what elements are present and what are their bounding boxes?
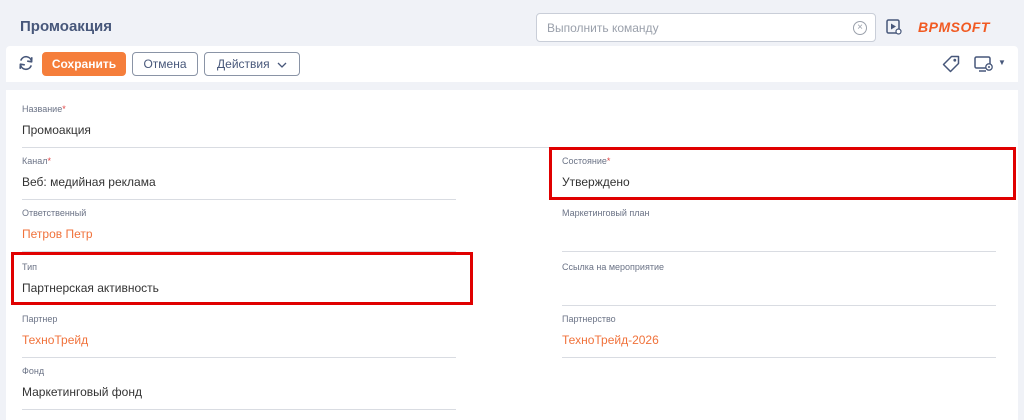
field-state-value: Утверждено xyxy=(562,175,630,189)
field-owner-label: Ответственный xyxy=(22,208,87,218)
field-partner-label: Партнер xyxy=(22,314,58,324)
field-state-label-text: Состояние xyxy=(562,156,607,166)
field-type-label: Тип xyxy=(22,262,38,272)
field-event-link-label: Ссылка на мероприятие xyxy=(562,262,664,272)
field-channel-label-text: Канал xyxy=(22,156,48,166)
field-state[interactable]: Состояние* Утверждено xyxy=(546,156,996,208)
refresh-icon[interactable] xyxy=(18,55,34,71)
field-partner-link[interactable]: ТехноТрейд xyxy=(22,333,88,347)
field-fund-value: Маркетинговый фонд xyxy=(22,385,142,399)
field-name-label-text: Название xyxy=(22,104,63,114)
cancel-button[interactable]: Отмена xyxy=(132,52,198,76)
command-input[interactable] xyxy=(537,14,847,41)
tag-icon[interactable] xyxy=(942,55,960,73)
field-divider xyxy=(562,199,996,200)
promo-form: Название* Промоакция Канал* Веб: медийна… xyxy=(6,90,1018,420)
page-title: Промоакция xyxy=(20,18,113,35)
field-partnership-label: Партнерство xyxy=(562,314,616,324)
field-partnership[interactable]: Партнерство ТехноТрейд-2026 xyxy=(546,314,996,366)
field-divider xyxy=(22,409,456,410)
field-name[interactable]: Название* Промоакция xyxy=(6,104,1006,156)
field-channel[interactable]: Канал* Веб: медийная реклама xyxy=(6,156,456,208)
layout-caret-icon[interactable]: ▼ xyxy=(998,58,1006,67)
page-header: Промоакция × BPMSOFT xyxy=(0,0,1024,46)
required-mark: * xyxy=(606,156,611,166)
toolbar: Сохранить Отмена Действия ▼ xyxy=(6,46,1018,82)
field-type[interactable]: Тип Партнерская активность xyxy=(6,262,456,314)
clear-icon[interactable]: × xyxy=(853,21,867,35)
command-box[interactable]: × xyxy=(536,13,876,42)
field-marketing-plan[interactable]: Маркетинговый план xyxy=(546,208,996,260)
field-owner[interactable]: Ответственный Петров Петр xyxy=(6,208,456,260)
field-owner-link[interactable]: Петров Петр xyxy=(22,227,93,241)
field-partner[interactable]: Партнер ТехноТрейд xyxy=(6,314,456,366)
field-marketing-plan-label: Маркетинговый план xyxy=(562,208,650,218)
field-divider xyxy=(562,357,996,358)
field-divider xyxy=(562,251,996,252)
field-fund-label: Фонд xyxy=(22,366,45,376)
field-channel-label: Канал* xyxy=(22,156,51,166)
field-name-value: Промоакция xyxy=(22,123,91,137)
video-play-icon[interactable] xyxy=(886,19,902,35)
field-event-link[interactable]: Ссылка на мероприятие xyxy=(546,262,996,314)
field-divider xyxy=(562,305,996,306)
chevron-down-icon xyxy=(277,55,287,77)
field-name-label: Название* xyxy=(22,104,66,114)
field-channel-value: Веб: медийная реклама xyxy=(22,175,156,189)
brand-logo: BPMSOFT xyxy=(918,19,990,35)
field-fund[interactable]: Фонд Маркетинговый фонд xyxy=(6,366,456,418)
field-partnership-link[interactable]: ТехноТрейд-2026 xyxy=(562,333,659,347)
save-button[interactable]: Сохранить xyxy=(42,52,126,76)
field-divider xyxy=(22,357,456,358)
field-divider xyxy=(22,251,456,252)
actions-button[interactable]: Действия xyxy=(204,52,300,76)
required-mark: * xyxy=(62,104,66,114)
layout-settings-icon[interactable] xyxy=(974,55,994,73)
field-state-label: Состояние* xyxy=(562,156,610,166)
actions-label: Действия xyxy=(217,57,270,71)
field-type-value: Партнерская активность xyxy=(22,281,159,295)
required-mark: * xyxy=(47,156,51,166)
field-divider xyxy=(22,199,456,200)
field-divider xyxy=(22,147,1006,148)
